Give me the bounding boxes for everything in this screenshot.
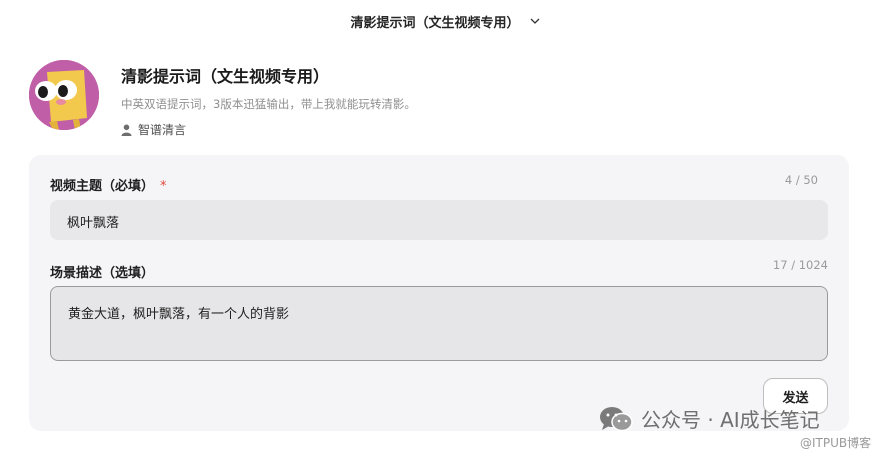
wechat-icon	[600, 406, 633, 431]
agent-name: 清影提示词（文生视频专用）	[121, 67, 330, 86]
chevron-down-icon[interactable]	[530, 16, 540, 26]
user-icon	[121, 124, 132, 136]
agent-author[interactable]: 智谱清言	[121, 121, 416, 138]
scene-label: 场景描述（选填）	[50, 266, 155, 281]
topic-label: 视频主题（必填） *	[50, 175, 167, 194]
header-title: 清影提示词（文生视频专用）	[350, 15, 520, 31]
agent-card: 清影提示词（文生视频专用） 中英双语提示词，3版本迅猛输出，带上我就能玩转清影。…	[29, 60, 416, 138]
watermark: 公众号 · AI成长笔记	[599, 404, 820, 433]
watermark-text: 公众号 · AI成长笔记	[641, 408, 820, 432]
author-name: 智谱清言	[138, 123, 187, 137]
avatar	[29, 60, 99, 130]
agent-description: 中英双语提示词，3版本迅猛输出，带上我就能玩转清影。	[121, 97, 416, 111]
top-bar[interactable]: 清影提示词（文生视频专用）	[0, 0, 890, 42]
topic-input[interactable]: 枫叶飘落	[50, 200, 828, 240]
topic-label-text: 视频主题（必填）	[50, 179, 155, 194]
topic-counter: 4 / 50	[784, 173, 818, 187]
scene-counter: 17 / 1024	[772, 258, 828, 272]
scene-textarea[interactable]: 黄金大道，枫叶飘落，有一个人的背影	[50, 286, 828, 361]
mascot-icon	[29, 60, 99, 130]
watermark-sub: @ITPUB博客	[800, 436, 872, 450]
required-mark: *	[160, 179, 167, 194]
prompt-form: 视频主题（必填） * 4 / 50 枫叶飘落 场景描述（选填） 17 / 1024…	[29, 155, 849, 431]
